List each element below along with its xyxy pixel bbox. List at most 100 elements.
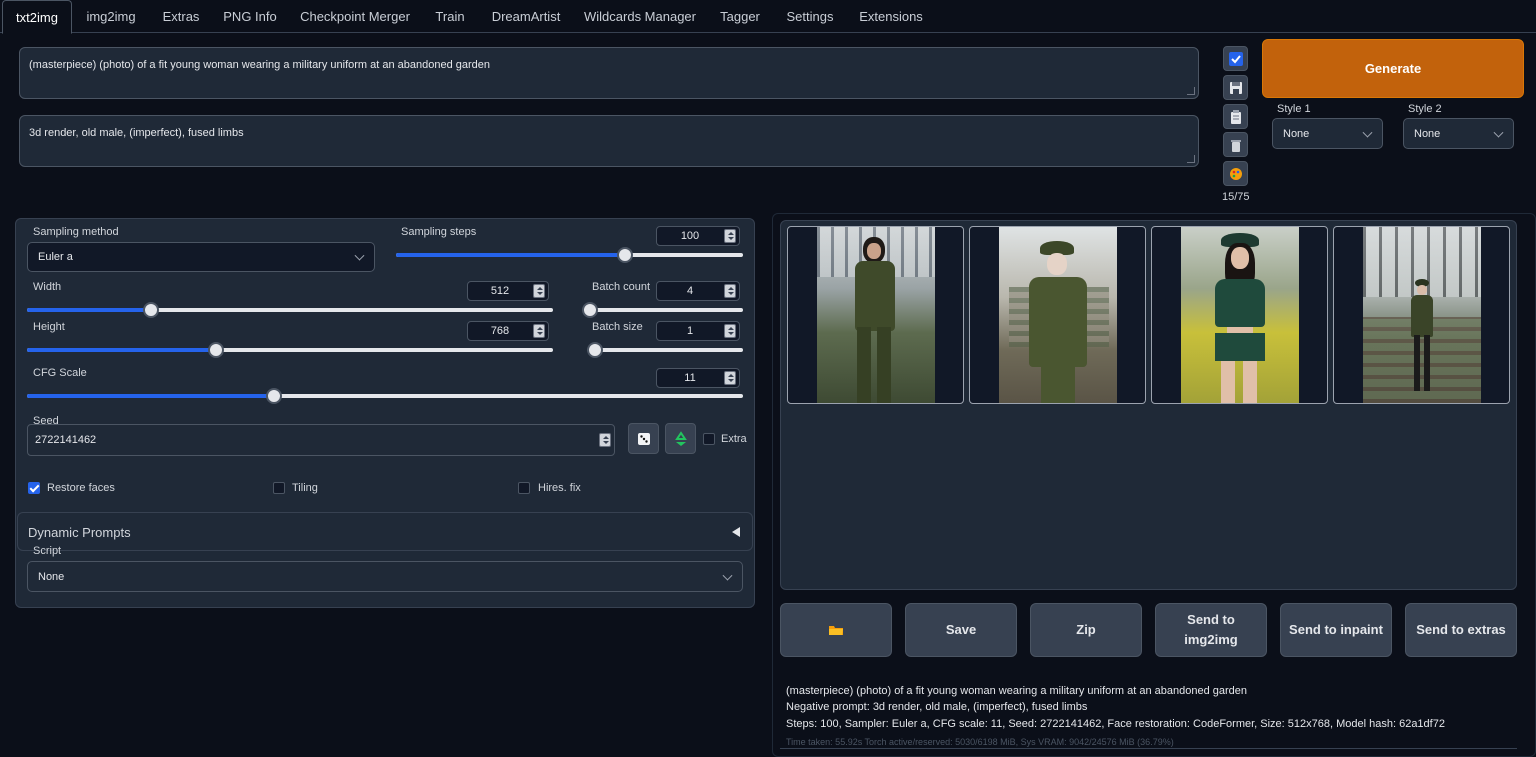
negative-prompt-text: 3d render, old male, (imperfect), fused … [29,127,244,139]
spinner-icon[interactable] [533,284,545,298]
sampling-steps-value: 100 [680,230,700,242]
script-select[interactable]: None [27,561,743,592]
generation-info-negative: Negative prompt: 3d render, old male, (i… [786,701,1088,713]
tab-tagger[interactable]: Tagger [712,0,768,33]
spinner-icon[interactable] [724,324,736,338]
apply-styles-button[interactable] [1223,161,1248,186]
tab-extensions[interactable]: Extensions [854,0,928,33]
dynamic-prompts-accordion[interactable]: Dynamic Prompts [17,512,753,551]
tab-img2img[interactable]: img2img [76,0,146,33]
tab-checkpoint-merger[interactable]: Checkpoint Merger [294,0,416,33]
tiling-checkbox[interactable] [273,482,285,494]
send-to-inpaint-button[interactable]: Send to inpaint [1280,603,1392,657]
generated-image [1180,227,1299,403]
script-label: Script [33,545,62,557]
reuse-seed-button[interactable] [665,423,696,454]
generation-timing: Time taken: 55.92s Torch active/reserved… [786,737,1174,747]
width-label: Width [33,281,62,293]
gallery-thumbnail[interactable] [969,226,1146,404]
tab-extras[interactable]: Extras [154,0,208,33]
resize-handle[interactable] [1187,87,1195,95]
slider-handle[interactable] [266,388,283,404]
batch-count-slider[interactable] [582,302,743,318]
gallery-thumbnail[interactable] [1333,226,1510,404]
cfg-scale-label: CFG Scale [33,367,87,379]
collapse-arrow-icon [732,527,740,537]
spinner-icon[interactable] [724,284,736,298]
folder-icon [829,626,843,635]
trash-icon [1230,139,1241,152]
slider-handle[interactable] [142,302,159,318]
slider-handle[interactable] [587,342,603,358]
hires-fix-label: Hires. fix [538,482,581,494]
batch-count-input[interactable]: 4 [656,281,740,301]
chevron-down-icon [354,250,365,261]
style1-select[interactable]: None [1272,118,1383,149]
sampling-method-select[interactable]: Euler a [27,242,375,272]
generate-button[interactable]: Generate [1262,39,1524,98]
resize-handle[interactable] [1187,155,1195,163]
width-slider[interactable] [27,302,553,318]
height-slider[interactable] [27,342,553,358]
paste-button[interactable] [1223,104,1248,129]
save-button[interactable]: Save [905,603,1017,657]
clipboard-icon [1230,109,1241,124]
width-value: 512 [490,285,510,297]
negative-prompt-input[interactable]: 3d render, old male, (imperfect), fused … [19,115,1199,167]
tab-train[interactable]: Train [428,0,472,33]
tab-dreamartist[interactable]: DreamArtist [484,0,568,33]
clear-prompt-button[interactable] [1223,132,1248,157]
dynamic-prompts-label: Dynamic Prompts [28,525,131,540]
restore-faces-checkbox[interactable] [28,482,40,494]
tab-settings[interactable]: Settings [778,0,842,33]
generated-image [816,227,935,403]
seed-input[interactable]: 2722141462 [27,424,615,456]
zip-button[interactable]: Zip [1030,603,1142,657]
cfg-scale-slider[interactable] [27,388,743,404]
height-label: Height [33,321,65,333]
sampling-method-value: Euler a [38,251,73,263]
cfg-scale-value: 11 [684,372,696,384]
style2-select[interactable]: None [1403,118,1514,149]
batch-size-input[interactable]: 1 [656,321,740,341]
spinner-icon[interactable] [533,324,545,338]
prompt-input[interactable]: (masterpiece) (photo) of a fit young wom… [19,47,1199,99]
spinner-icon[interactable] [724,229,736,243]
interrogate-button[interactable] [1223,46,1248,71]
cfg-scale-input[interactable]: 11 [656,368,740,388]
chevron-down-icon [1362,127,1373,138]
sampling-steps-input[interactable]: 100 [656,226,740,246]
slider-handle[interactable] [617,247,634,263]
gallery-thumbnail[interactable] [1151,226,1328,404]
open-folder-button[interactable] [780,603,892,657]
recycle-icon [674,430,687,446]
style1-label: Style 1 [1277,103,1311,115]
batch-size-slider[interactable] [587,342,743,358]
batch-size-label: Batch size [592,321,643,333]
save-style-button[interactable] [1223,75,1248,100]
tab-txt2img[interactable]: txt2img [2,0,72,34]
dice-icon [637,432,650,445]
width-input[interactable]: 512 [467,281,549,301]
tab-wildcards-manager[interactable]: Wildcards Manager [580,0,700,33]
sampling-steps-slider[interactable] [396,247,743,263]
slider-handle[interactable] [582,302,599,318]
prompt-text: (masterpiece) (photo) of a fit young wom… [29,59,491,71]
send-to-img2img-button[interactable]: Send to img2img [1155,603,1267,657]
divider [780,748,1517,749]
height-input[interactable]: 768 [467,321,549,341]
hires-fix-checkbox[interactable] [518,482,530,494]
script-value: None [38,570,65,583]
checkmark-icon [1228,51,1243,66]
spinner-icon[interactable] [724,371,736,385]
tab-png-info[interactable]: PNG Info [216,0,284,33]
restore-faces-label: Restore faces [47,482,115,494]
spinner-icon[interactable] [599,433,611,447]
random-seed-button[interactable] [628,423,659,454]
send-to-extras-button[interactable]: Send to extras [1405,603,1517,657]
gallery-thumbnail[interactable] [787,226,964,404]
style1-value: None [1283,127,1310,140]
batch-count-label: Batch count [592,281,651,293]
extra-seed-checkbox[interactable] [703,433,715,445]
floppy-disk-icon [1229,81,1242,94]
